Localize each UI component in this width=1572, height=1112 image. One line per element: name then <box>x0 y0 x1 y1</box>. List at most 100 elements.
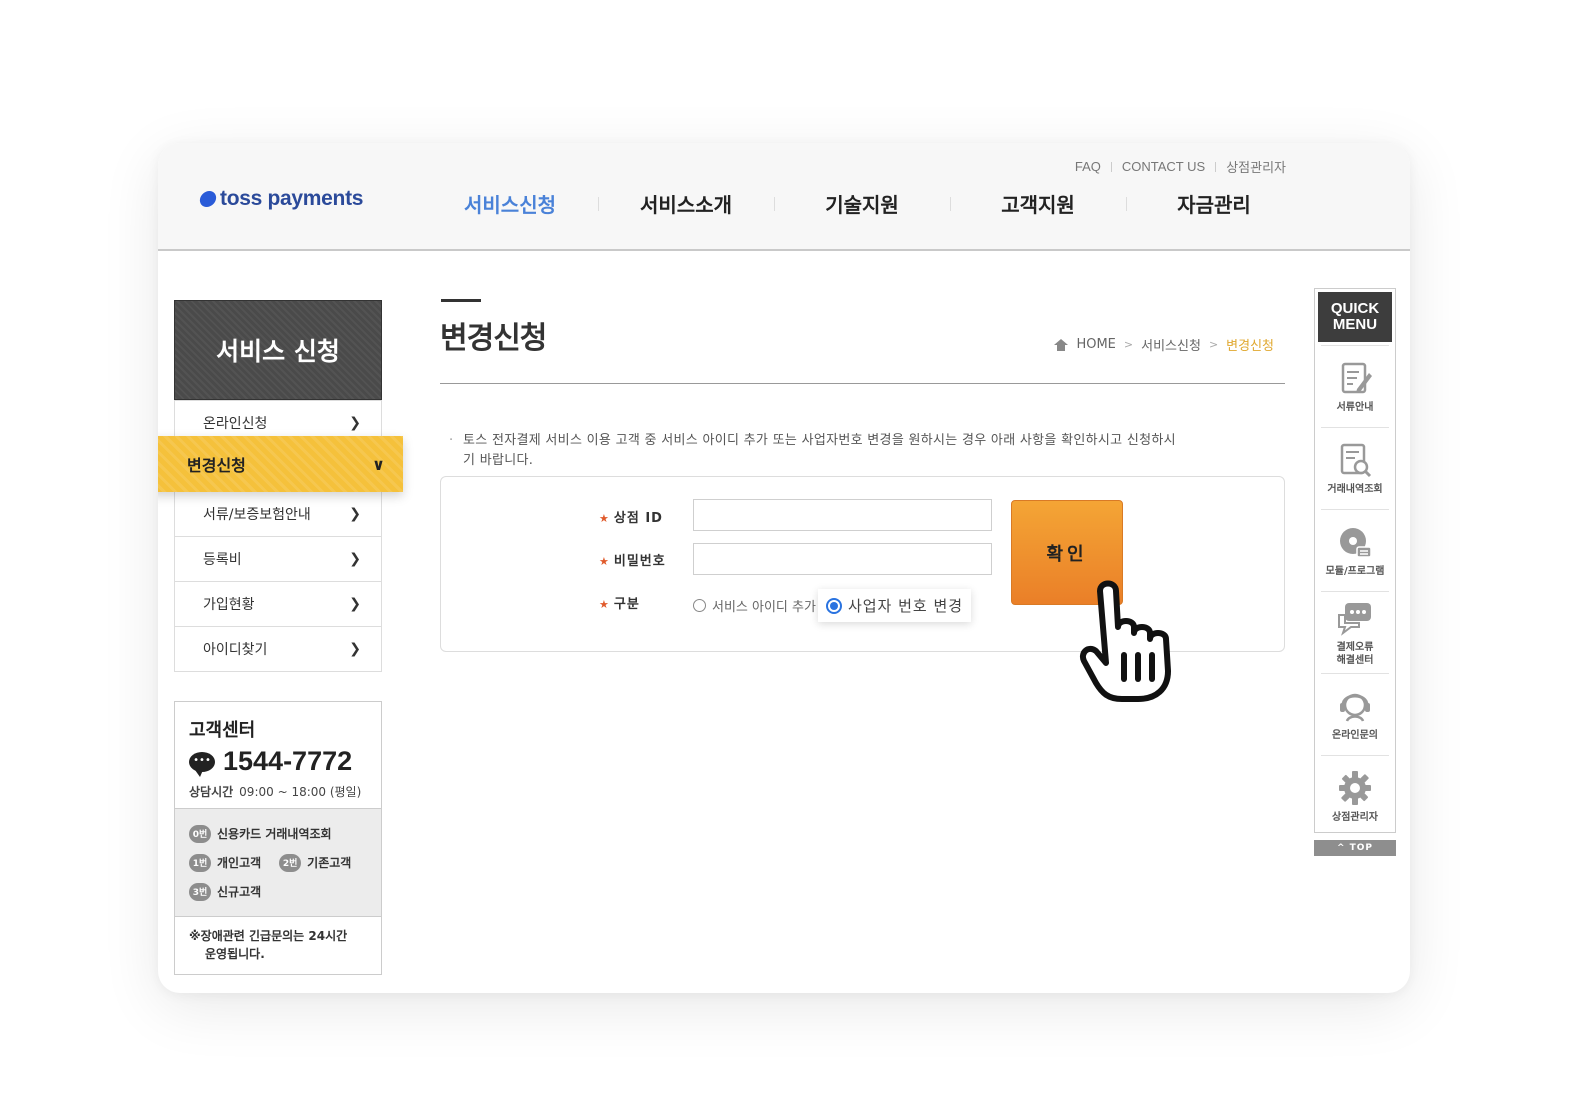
chevron-right-icon: ❯ <box>349 415 361 431</box>
password-input[interactable] <box>693 543 992 575</box>
nav-service-apply[interactable]: 서비스신청 <box>422 189 598 218</box>
title-divider <box>440 383 1285 384</box>
nav-fund-management[interactable]: 자금관리 <box>1126 189 1302 218</box>
sidebar-title: 서비스 신청 <box>174 300 382 400</box>
chevron-right-icon: ❯ <box>349 596 361 612</box>
quick-item-documents[interactable]: 서류안내 <box>1321 345 1389 427</box>
number-badge: 1번 <box>189 853 211 872</box>
home-icon <box>1054 338 1069 351</box>
breadcrumb-separator-icon: > <box>1123 338 1134 351</box>
sidebar-item-label: 아이디찾기 <box>203 642 268 658</box>
nav-customer-support[interactable]: 고객지원 <box>950 189 1126 218</box>
quick-menu-title-line: MENU <box>1332 316 1378 333</box>
quick-item-label: 결제오류 해결센터 <box>1337 641 1374 667</box>
customer-center-title: 고객센터 <box>189 720 256 741</box>
ars-option-label: 신규고객 <box>217 885 262 899</box>
sidebar-item-registration-fee[interactable]: 등록비 ❯ <box>175 536 381 581</box>
document-edit-icon <box>1341 362 1372 394</box>
quick-item-module-program[interactable]: 모듈/프로그램 <box>1321 509 1389 591</box>
sidebar-item-change-apply[interactable]: 변경신청 ∨ <box>158 436 403 492</box>
store-admin-link[interactable]: 상점관리자 <box>1226 157 1286 176</box>
hand-pointer-cursor-icon <box>1080 580 1171 702</box>
utility-links: FAQ CONTACT US 상점관리자 <box>1075 157 1286 176</box>
chevron-right-icon: ❯ <box>349 506 361 522</box>
radio-option-business-number-change[interactable]: 사업자 번호 변경 <box>817 589 972 622</box>
sidebar-item-documents-insurance[interactable]: 서류/보증보험안내 ❯ <box>175 491 381 536</box>
breadcrumb-service-apply[interactable]: 서비스신청 <box>1141 335 1201 354</box>
quick-item-label: 상점관리자 <box>1332 812 1378 823</box>
scroll-top-button[interactable]: ^ TOP <box>1314 840 1396 856</box>
sidebar-item-label: 등록비 <box>203 552 242 568</box>
radio-label-add-service-id[interactable]: 서비스 아이디 추가 <box>712 596 816 615</box>
toss-payments-logo[interactable]: toss payments <box>198 187 364 211</box>
faq-link[interactable]: FAQ <box>1075 159 1101 174</box>
password-label: ★ 비밀번호 <box>599 550 666 569</box>
quick-item-transaction-lookup[interactable]: 거래내역조회 <box>1321 427 1389 509</box>
quick-item-store-admin[interactable]: 상점관리자 <box>1321 755 1389 837</box>
quick-menu-title-line: QUICK <box>1330 300 1380 317</box>
required-star-icon: ★ <box>599 512 610 525</box>
breadcrumb-separator-icon: > <box>1208 338 1219 351</box>
number-badge: 2번 <box>279 853 302 872</box>
disc-module-icon <box>1340 528 1372 558</box>
contact-us-link[interactable]: CONTACT US <box>1122 159 1205 174</box>
sidebar-item-label: 온라인신청 <box>203 416 268 432</box>
type-radio-group: 서비스 아이디 추가 사업자 번호 변경 <box>693 589 972 622</box>
breadcrumb: HOME > 서비스신청 > 변경신청 <box>1054 335 1274 354</box>
sidebar-item-subscription-status[interactable]: 가입현황 ❯ <box>175 581 381 626</box>
ars-menu: 0번 신용카드 거래내역조회 1번 개인고객 2번 기존고객 3번 신규고객 <box>175 808 381 917</box>
title-accent-bar <box>441 299 481 302</box>
document-search-icon <box>1340 443 1372 478</box>
emergency-note-line: 운영됩니다. <box>205 947 265 961</box>
store-id-input[interactable] <box>693 499 992 531</box>
chat-bubble-icon <box>1338 602 1371 636</box>
gear-icon <box>1339 771 1371 805</box>
store-id-label-text: 상점 ID <box>613 511 663 526</box>
store-id-label: ★ 상점 ID <box>599 507 663 526</box>
breadcrumb-current: 변경신청 <box>1226 339 1274 354</box>
notice-text: 토스 전자결제 서비스 이용 고객 중 서비스 아이디 추가 또는 사업자번호 … <box>449 431 1283 471</box>
password-label-text: 비밀번호 <box>613 554 666 569</box>
consult-hours: 상담시간 09:00 ~ 18:00 (평일) <box>189 783 367 800</box>
page-title: 변경신청 <box>440 321 547 356</box>
quick-menu-title: QUICK MENU <box>1318 292 1392 342</box>
number-badge: 0번 <box>189 824 211 843</box>
ars-option-label: 개인고객 <box>217 856 262 870</box>
chevron-right-icon: ❯ <box>349 551 361 567</box>
sidebar-item-find-id[interactable]: 아이디찾기 ❯ <box>175 626 381 671</box>
type-label: ★ 구분 <box>599 593 640 612</box>
radio-business-number-change[interactable] <box>825 597 842 614</box>
consult-hours-value: 09:00 ~ 18:00 (평일) <box>239 785 362 799</box>
notice-line: 기 바랍니다. <box>463 453 534 468</box>
quick-item-label: 서류안내 <box>1336 402 1374 413</box>
customer-center-box: 고객센터 ••• 1544-7772 상담시간 09:00 ~ 18:00 (평일… <box>174 701 382 975</box>
quick-menu: QUICK MENU 서류안내 거래내역조회 모듈/프로그램 결제오류 해결센터… <box>1314 288 1396 833</box>
main-navigation: 서비스신청 서비스소개 기술지원 고객지원 자금관리 <box>422 189 1302 218</box>
browser-window: toss payments FAQ CONTACT US 상점관리자 서비스신청… <box>158 143 1410 993</box>
breadcrumb-home[interactable]: HOME <box>1076 337 1115 352</box>
consult-hours-label: 상담시간 <box>189 785 234 799</box>
nav-tech-support[interactable]: 기술지원 <box>774 189 950 218</box>
logo-text: toss payments <box>220 187 364 210</box>
required-star-icon: ★ <box>599 555 610 568</box>
emergency-note: ※장애관련 긴급문의는 24시간 운영됩니다. <box>175 917 381 973</box>
radio-label-business-number-change[interactable]: 사업자 번호 변경 <box>848 595 963 616</box>
sidebar-item-label: 가입현황 <box>203 597 255 613</box>
quick-item-label: 온라인문의 <box>1332 730 1378 741</box>
site-header: toss payments FAQ CONTACT US 상점관리자 서비스신청… <box>158 143 1410 251</box>
nav-service-intro[interactable]: 서비스소개 <box>598 189 774 218</box>
type-label-text: 구분 <box>613 597 640 612</box>
quick-item-label: 모듈/프로그램 <box>1325 566 1385 577</box>
notice-line: 토스 전자결제 서비스 이용 고객 중 서비스 아이디 추가 또는 사업자번호 … <box>463 433 1176 448</box>
radio-add-service-id[interactable] <box>693 599 706 612</box>
customer-center-phone: 1544-7772 <box>223 746 353 776</box>
required-star-icon: ★ <box>599 598 610 611</box>
speech-bubble-icon: ••• <box>189 751 215 777</box>
quick-item-payment-error-center[interactable]: 결제오류 해결센터 <box>1321 591 1389 673</box>
divider <box>1215 161 1217 172</box>
ars-option-label: 기존고객 <box>307 856 352 870</box>
sidebar-item-label: 변경신청 <box>187 456 246 475</box>
quick-item-label-line: 해결센터 <box>1336 654 1374 666</box>
quick-item-online-inquiry[interactable]: 온라인문의 <box>1321 673 1389 755</box>
ars-option-label: 신용카드 거래내역조회 <box>217 827 332 841</box>
